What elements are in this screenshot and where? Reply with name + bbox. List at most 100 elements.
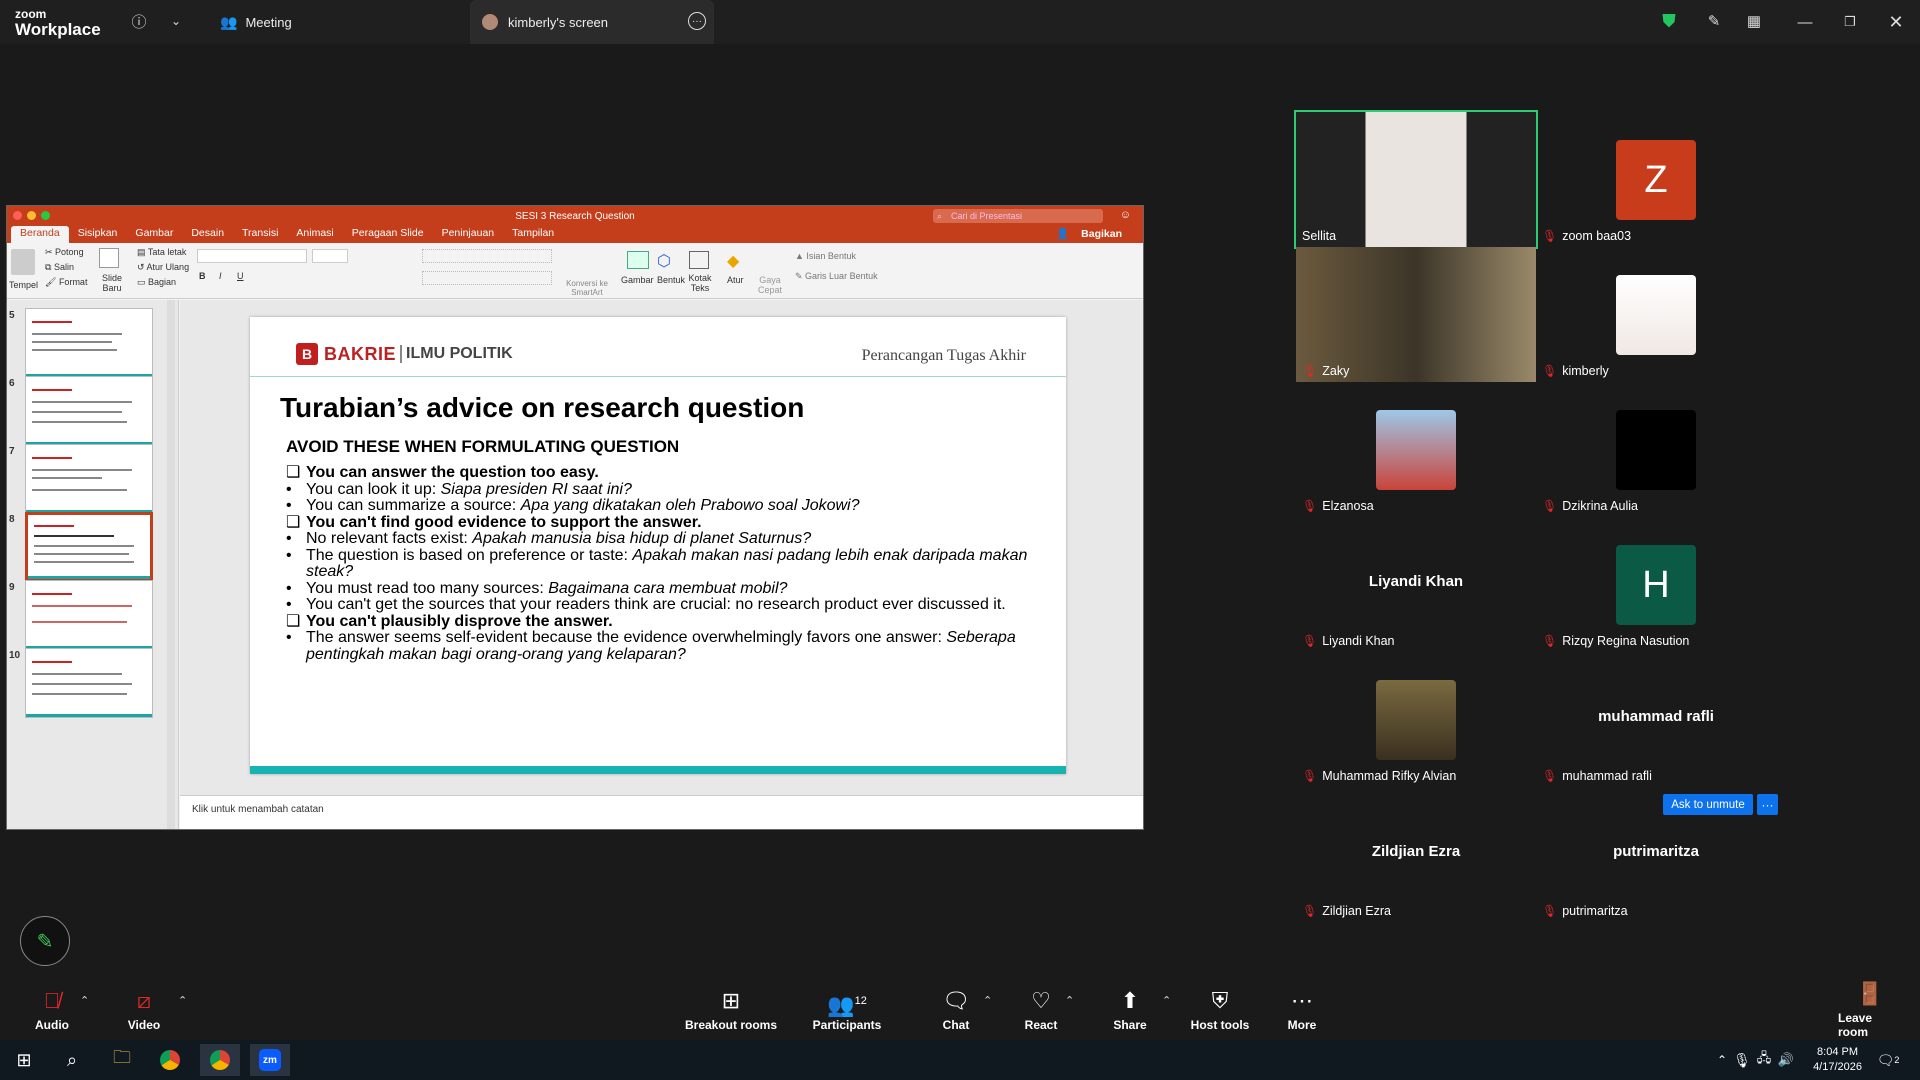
- ppt-tab-5[interactable]: Animasi: [287, 226, 342, 243]
- breakout-rooms-button[interactable]: ⊞ Breakout rooms: [684, 980, 778, 1040]
- alignment-controls[interactable]: [422, 271, 552, 285]
- ppt-share-button[interactable]: 👤 Bagikan: [1056, 227, 1131, 242]
- participant-tile[interactable]: Zildjian Ezra 🎙 Zildjian Ezra: [1296, 787, 1536, 922]
- search-icon[interactable]: ⌕: [52, 1044, 92, 1076]
- participants-button[interactable]: 👥12 Participants: [812, 980, 882, 1040]
- close-button[interactable]: ✕: [1880, 8, 1912, 36]
- arrange-icon[interactable]: ◆: [727, 251, 739, 271]
- host-tools-button[interactable]: ⛨ Host tools: [1190, 980, 1250, 1040]
- file-explorer-icon[interactable]: 🗀: [102, 1044, 142, 1076]
- participant-tile[interactable]: 🎙 kimberly: [1536, 247, 1776, 382]
- bullet-plain-text: You must read too many sources:: [306, 579, 549, 597]
- more-button[interactable]: ⋯ More: [1284, 980, 1320, 1040]
- audio-caret-icon[interactable]: ⌃: [80, 994, 89, 1007]
- smiley-icon[interactable]: ☺: [1120, 209, 1131, 221]
- unmute-more-button[interactable]: ···: [1757, 794, 1778, 815]
- annotate-pen-icon[interactable]: ✎: [20, 916, 70, 966]
- maximize-button[interactable]: ❐: [1834, 8, 1866, 36]
- shield-icon[interactable]: ⛊: [1657, 9, 1681, 33]
- shape-fill-button[interactable]: ▲ Isian Bentuk: [795, 251, 856, 261]
- participant-tile[interactable]: muhammad rafli 🎙 muhammad rafli: [1536, 652, 1776, 787]
- pen-icon[interactable]: ✎: [1702, 9, 1726, 33]
- cut-button[interactable]: ✂ Potong: [45, 247, 84, 258]
- tab-meeting[interactable]: 👥 Meeting: [210, 0, 350, 44]
- audio-button[interactable]: 🎙̸ Audio: [30, 980, 74, 1040]
- participant-tile[interactable]: H 🎙 Rizqy Regina Nasution: [1536, 517, 1776, 652]
- shape-outline-button[interactable]: ✎ Garis Luar Bentuk: [795, 271, 878, 282]
- slide-thumbnail-selected[interactable]: [25, 512, 153, 582]
- slide-thumbnail[interactable]: [25, 648, 153, 718]
- share-button[interactable]: ⬆ Share: [1110, 980, 1150, 1040]
- leave-room-button[interactable]: 🚪 Leave room: [1838, 980, 1902, 1040]
- font-size-select[interactable]: [312, 249, 348, 263]
- avatar: [1376, 410, 1456, 490]
- share-caret-icon[interactable]: ⌃: [1162, 994, 1171, 1007]
- react-button[interactable]: ♡ React: [1022, 980, 1060, 1040]
- layout-button[interactable]: ▤ Tata letak: [137, 247, 186, 258]
- paste-icon[interactable]: [11, 249, 35, 275]
- ppt-tab-7[interactable]: Peninjauan: [433, 226, 504, 243]
- font-name-select[interactable]: [197, 249, 307, 263]
- chrome-icon-2[interactable]: [200, 1044, 240, 1076]
- ppt-search-input[interactable]: ⌕ Cari di Presentasi: [933, 209, 1103, 223]
- options-icon[interactable]: ···: [688, 12, 706, 30]
- info-icon[interactable]: ⓘ: [127, 9, 151, 33]
- participant-name: Elzanosa: [1322, 499, 1374, 513]
- participant-tile[interactable]: 🎙 Zaky: [1296, 247, 1536, 382]
- chat-caret-icon[interactable]: ⌃: [983, 994, 992, 1007]
- copy-button[interactable]: ⧉ Salin: [45, 262, 74, 273]
- video-caret-icon[interactable]: ⌃: [178, 994, 187, 1007]
- participant-tile[interactable]: Liyandi Khan 🎙 Liyandi Khan: [1296, 517, 1536, 652]
- paragraph-controls[interactable]: [422, 249, 552, 263]
- underline-button[interactable]: U: [237, 271, 244, 281]
- minimize-button[interactable]: —: [1789, 8, 1821, 36]
- zoom-app-icon[interactable]: zm: [250, 1044, 290, 1076]
- volume-icon[interactable]: 🔊: [1766, 1044, 1806, 1076]
- slide-thumbnail[interactable]: [25, 444, 153, 514]
- quick-styles-label[interactable]: Gaya Cepat: [757, 275, 783, 295]
- convert-smartart-label[interactable]: Konversi ke SmartArt: [562, 279, 612, 297]
- chevron-down-icon[interactable]: ⌄: [164, 9, 188, 33]
- section-button[interactable]: ▭ Bagian: [137, 277, 176, 288]
- participant-tile[interactable]: Z 🎙 zoom baa03: [1536, 112, 1776, 247]
- mac-close-icon[interactable]: [13, 211, 22, 220]
- react-caret-icon[interactable]: ⌃: [1065, 994, 1074, 1007]
- reset-button[interactable]: ↺ Atur Ulang: [137, 262, 189, 273]
- participant-tile[interactable]: 🎙 Muhammad Rifky Alvian: [1296, 652, 1536, 787]
- ppt-tab-6[interactable]: Peragaan Slide: [343, 226, 433, 243]
- slide-thumbnail[interactable]: [25, 308, 153, 378]
- video-button[interactable]: ⧄ Video: [122, 980, 166, 1040]
- tab-shared-screen[interactable]: kimberly's screen ···: [470, 0, 714, 44]
- mac-zoom-icon[interactable]: [41, 211, 50, 220]
- windows-start-icon[interactable]: ⊞: [4, 1044, 44, 1076]
- mac-minimize-icon[interactable]: [27, 211, 36, 220]
- ask-to-unmute-button[interactable]: Ask to unmute: [1663, 794, 1753, 815]
- system-clock[interactable]: 8:04 PM 4/17/2026: [1813, 1045, 1862, 1075]
- ppt-tab-2[interactable]: Gambar: [126, 226, 182, 243]
- ppt-tab-3[interactable]: Desain: [182, 226, 233, 243]
- slide-thumbnail[interactable]: [25, 580, 153, 650]
- notification-icon[interactable]: 🗨 2: [1868, 1044, 1908, 1076]
- participant-tile[interactable]: Sellita: [1294, 110, 1538, 249]
- mic-muted-icon: 🎙: [1542, 634, 1558, 648]
- picture-icon[interactable]: [627, 251, 649, 269]
- shapes-icon[interactable]: ⬡: [657, 251, 679, 270]
- textbox-icon[interactable]: [689, 251, 709, 269]
- bold-button[interactable]: B: [199, 271, 206, 281]
- new-slide-icon[interactable]: [99, 248, 119, 268]
- chrome-icon[interactable]: [150, 1044, 190, 1076]
- ppt-tab-1[interactable]: Sisipkan: [69, 226, 127, 243]
- format-button[interactable]: 🖌 Format: [45, 277, 87, 288]
- notes-pane[interactable]: Klik untuk menambah catatan: [180, 795, 1143, 829]
- participant-tile[interactable]: 🎙 Elzanosa: [1296, 382, 1536, 517]
- bullet-text: No relevant facts exist: Apakah manusia …: [306, 530, 811, 548]
- participant-tile[interactable]: 🎙 Dzikrina Aulia: [1536, 382, 1776, 517]
- ppt-tab-4[interactable]: Transisi: [233, 226, 287, 243]
- slide-thumbnail[interactable]: [25, 376, 153, 446]
- ppt-tab-0[interactable]: Beranda: [11, 226, 69, 243]
- layout-icon[interactable]: ▦: [1742, 9, 1766, 33]
- ppt-tab-8[interactable]: Tampilan: [503, 226, 563, 243]
- thumbnail-scrollbar[interactable]: [167, 300, 175, 829]
- chat-button[interactable]: 🗨 Chat: [940, 980, 972, 1040]
- italic-button[interactable]: I: [219, 271, 222, 281]
